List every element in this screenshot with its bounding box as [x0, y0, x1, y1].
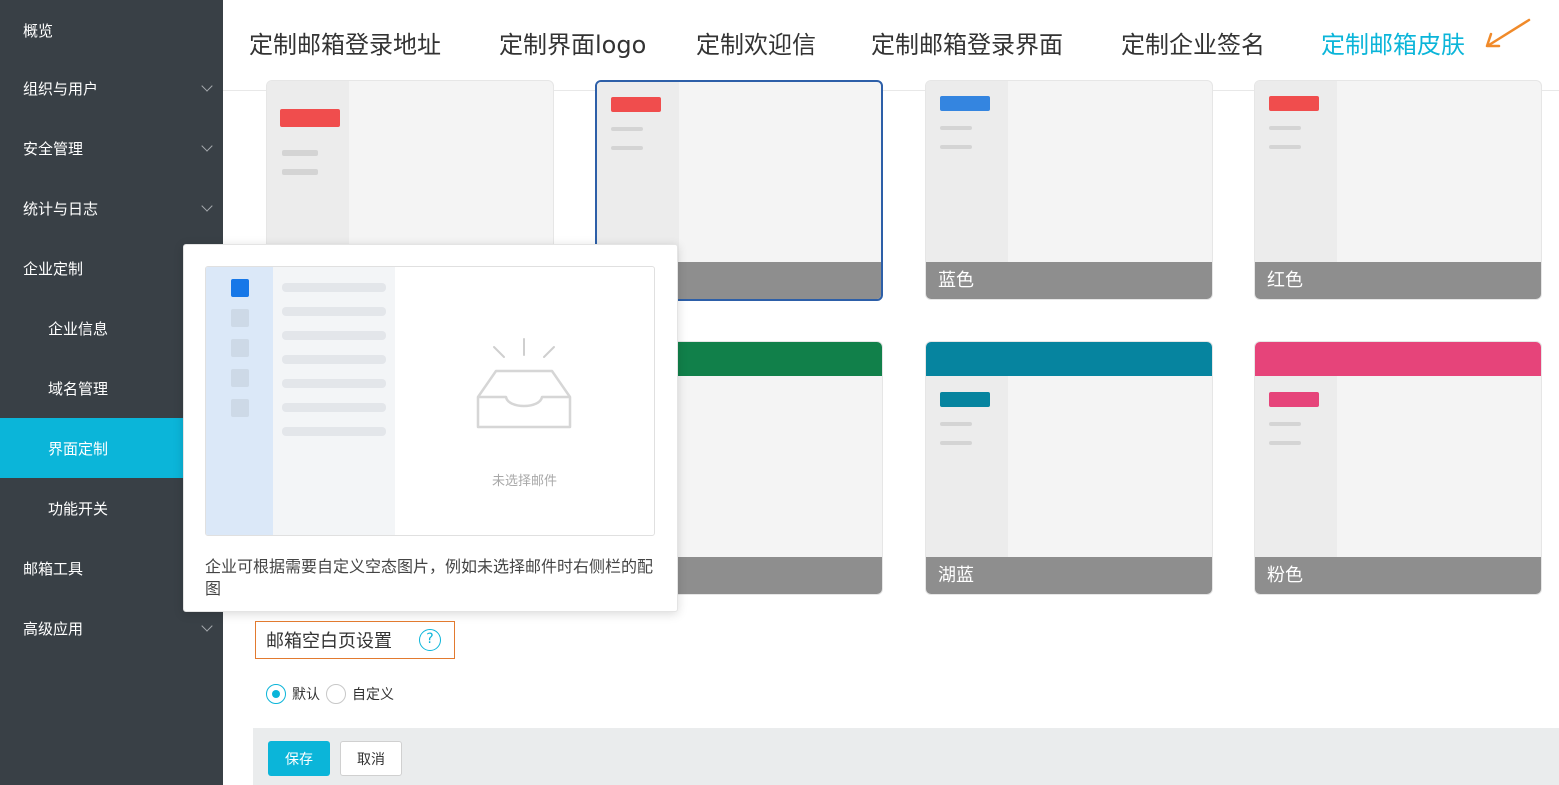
save-button[interactable]: 保存 — [268, 741, 330, 776]
help-popover: 未选择邮件 企业可根据需要自定义空态图片，例如未选择邮件时右侧栏的配图 — [183, 244, 678, 612]
skin-card-lake-blue[interactable]: 湖蓝 — [925, 341, 1213, 595]
skin-swatch — [940, 392, 990, 407]
radio-label-default: 默认 — [292, 687, 320, 703]
sidebar-item-stats-logs[interactable]: 统计与日志 — [0, 178, 223, 238]
skin-label: 湖蓝 — [926, 557, 1212, 594]
chevron-down-icon — [201, 620, 213, 632]
sidebar-item-label: 高级应用 — [23, 619, 84, 638]
radio-custom[interactable] — [326, 684, 346, 704]
tab-login-page[interactable]: 定制邮箱登录界面 — [871, 0, 1063, 91]
chevron-down-icon — [201, 80, 213, 92]
radio-default[interactable] — [266, 684, 286, 704]
tab-mail-skin[interactable]: 定制邮箱皮肤 — [1321, 0, 1465, 91]
skin-card-red[interactable]: 红色 — [1254, 80, 1542, 300]
sidebar-item-label: 域名管理 — [48, 379, 109, 398]
sidebar-item-label: 功能开关 — [48, 499, 109, 518]
help-icon[interactable]: ? — [419, 629, 441, 651]
empty-state-preview: 未选择邮件 — [205, 266, 655, 536]
sidebar-item-label: 界面定制 — [48, 439, 109, 458]
skin-topbar — [926, 342, 1212, 376]
tab-signature[interactable]: 定制企业签名 — [1121, 0, 1265, 91]
action-bar — [253, 728, 1559, 785]
empty-inbox-icon — [476, 338, 572, 429]
sidebar-item-ui-custom[interactable]: 界面定制 — [0, 418, 183, 478]
skin-swatch — [940, 96, 990, 111]
tab-bar: 定制邮箱登录地址 定制界面logo 定制欢迎信 定制邮箱登录界面 定制企业签名 … — [223, 0, 1559, 91]
skin-swatch — [280, 109, 340, 127]
skin-label: 红色 — [1255, 262, 1541, 299]
skin-card-pink[interactable]: 粉色 — [1254, 341, 1542, 595]
skin-label: 粉色 — [1255, 557, 1541, 594]
sidebar-item-org-users[interactable]: 组织与用户 — [0, 58, 223, 118]
radio-label-custom: 自定义 — [352, 687, 394, 703]
sidebar-item-label: 统计与日志 — [23, 199, 99, 218]
section-title: 邮箱空白页设置 — [266, 631, 392, 652]
sidebar-item-label: 安全管理 — [23, 139, 84, 158]
sidebar-item-overview[interactable]: 概览 — [0, 0, 223, 60]
chevron-down-icon — [201, 200, 213, 212]
skin-swatch — [1269, 392, 1319, 407]
skin-label: 蓝色 — [926, 262, 1212, 299]
sidebar-item-label: 组织与用户 — [23, 79, 99, 98]
chevron-down-icon — [201, 140, 213, 152]
sidebar-item-label: 企业定制 — [23, 259, 84, 278]
arrow-annotation-icon — [1485, 18, 1531, 48]
skin-topbar — [1255, 342, 1541, 376]
blank-page-options: 默认 自定义 — [266, 684, 400, 704]
sidebar-item-label: 概览 — [23, 21, 54, 40]
cancel-button[interactable]: 取消 — [340, 741, 402, 776]
sidebar-item-security[interactable]: 安全管理 — [0, 118, 223, 178]
skin-swatch — [1269, 96, 1319, 111]
skin-swatch — [611, 97, 661, 112]
empty-state-text: 未选择邮件 — [491, 474, 557, 489]
popover-description: 企业可根据需要自定义空态图片，例如未选择邮件时右侧栏的配图 — [205, 557, 654, 598]
tab-welcome-letter[interactable]: 定制欢迎信 — [696, 0, 816, 91]
skin-card-blue[interactable]: 蓝色 — [925, 80, 1213, 300]
tab-ui-logo[interactable]: 定制界面logo — [499, 0, 646, 91]
sidebar-item-label: 邮箱工具 — [23, 559, 84, 578]
sidebar-item-label: 企业信息 — [48, 319, 109, 338]
tab-login-address[interactable]: 定制邮箱登录地址 — [249, 0, 441, 91]
